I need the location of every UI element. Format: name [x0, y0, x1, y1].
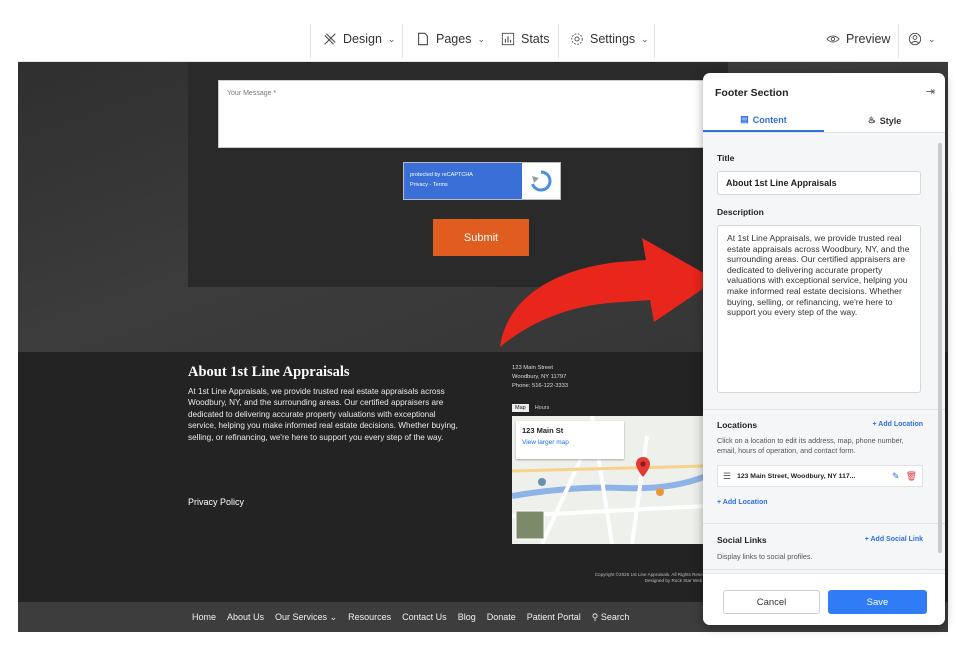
- location-item[interactable]: ☰ 123 Main Street, Woodbury, NY 117... ✎…: [717, 465, 923, 487]
- recaptcha-text: protected by reCAPTCHA: [410, 172, 473, 178]
- settings-menu-label: Settings: [590, 32, 636, 46]
- map-pin-icon: [636, 457, 650, 477]
- nav-home[interactable]: Home: [192, 612, 216, 622]
- recaptcha-badge: protected by reCAPTCHA Privacy - Terms: [404, 163, 522, 199]
- panel-actions: Cancel Save: [703, 573, 945, 625]
- panel-title: Footer Section: [715, 87, 789, 99]
- preview-button[interactable]: Preview: [826, 32, 890, 46]
- submit-button[interactable]: Submit: [433, 219, 529, 256]
- hours-tab[interactable]: Hours: [532, 404, 553, 412]
- address-line-2: Woodbury, NY 11797: [512, 374, 567, 380]
- paint-bucket-icon: ♨: [867, 115, 876, 125]
- nav-contact-us[interactable]: Contact Us: [402, 612, 447, 622]
- title-label: Title: [717, 153, 735, 163]
- search-icon: ⚲: [591, 611, 599, 622]
- map-tab[interactable]: Map: [512, 404, 529, 412]
- chevron-down-icon: ⌄: [329, 611, 338, 622]
- preview-label: Preview: [846, 32, 891, 46]
- stats-chart-icon: [501, 32, 515, 46]
- footer-description: At 1st Line Appraisals, we provide trust…: [188, 387, 458, 442]
- toolbar-divider: [654, 24, 655, 58]
- toolbar-divider: [310, 24, 311, 58]
- panel-tabs: ▤ Content ♨ Style: [703, 109, 945, 133]
- nav-our-services-label: Our Services: [275, 611, 328, 622]
- recaptcha-widget[interactable]: protected by reCAPTCHA Privacy - Terms: [403, 162, 561, 200]
- description-textarea[interactable]: At 1st Line Appraisals, we provide trust…: [717, 225, 921, 393]
- nav-patient-portal[interactable]: Patient Portal: [527, 612, 581, 622]
- nav-about-us[interactable]: About Us: [227, 612, 264, 622]
- nav-resources[interactable]: Resources: [348, 612, 391, 622]
- drag-handle-icon[interactable]: ☰: [723, 471, 731, 482]
- eye-icon: [826, 35, 840, 43]
- nav-donate[interactable]: Donate: [487, 612, 516, 622]
- nav-our-services[interactable]: Our Services ⌄: [275, 612, 337, 623]
- footer-section-panel: Footer Section ⇥ ▤ Content ♨ Style Title…: [703, 73, 945, 625]
- edit-pencil-icon[interactable]: ✎: [892, 471, 900, 482]
- design-menu-label: Design: [343, 32, 382, 46]
- toolbar-divider: [898, 24, 899, 58]
- footer-title: About 1st Line Appraisals: [188, 364, 350, 380]
- designer-credit: Designed by Rock Star Web Pros: [644, 578, 713, 583]
- recaptcha-logo-icon: [522, 163, 560, 199]
- stats-label: Stats: [521, 32, 550, 46]
- cancel-button[interactable]: Cancel: [723, 590, 820, 614]
- map-info-card: 123 Main St View larger map: [516, 421, 624, 459]
- tab-style[interactable]: ♨ Style: [824, 109, 945, 132]
- add-location-button[interactable]: + Add Location: [873, 421, 924, 428]
- toolbar-divider: [402, 24, 403, 58]
- collapse-panel-icon[interactable]: ⇥: [926, 85, 935, 98]
- tab-content[interactable]: ▤ Content: [703, 109, 824, 132]
- nav-search[interactable]: ⚲ Search: [592, 612, 630, 623]
- page-icon: [418, 32, 428, 46]
- embedded-map[interactable]: 123 Main St View larger map: [512, 416, 706, 544]
- chevron-down-icon: ⌄: [477, 33, 485, 44]
- address-line-1: 123 Main Street: [512, 365, 553, 371]
- message-placeholder: Your Message *: [227, 90, 277, 97]
- user-avatar-icon: [908, 32, 922, 46]
- message-textarea[interactable]: Your Message *: [218, 80, 718, 148]
- social-links-label: Social Links: [717, 535, 767, 545]
- section-divider: [703, 409, 945, 410]
- map-tabs: Map Hours: [512, 404, 552, 412]
- privacy-policy-link[interactable]: Privacy Policy: [188, 497, 244, 507]
- panel-scrollbar[interactable]: [938, 143, 942, 553]
- title-input[interactable]: [717, 171, 921, 195]
- section-divider: [703, 569, 945, 570]
- add-social-link-button[interactable]: + Add Social Link: [865, 536, 923, 543]
- tab-content-label: Content: [752, 114, 787, 125]
- gear-icon: [571, 33, 583, 45]
- view-larger-map-link[interactable]: View larger map: [522, 439, 618, 446]
- pages-menu[interactable]: Pages ⌄: [416, 32, 485, 46]
- toolbar-divider: [558, 24, 559, 58]
- copyright-text: Copyright ©2025 1st Line Appraisals. All…: [563, 572, 713, 584]
- description-label: Description: [717, 207, 764, 217]
- locations-label: Locations: [717, 420, 758, 430]
- tab-style-label: Style: [879, 115, 902, 126]
- section-divider: [703, 523, 945, 524]
- save-button[interactable]: Save: [828, 590, 927, 614]
- map-place-name: 123 Main St: [522, 426, 564, 435]
- content-list-icon: ▤: [740, 114, 749, 124]
- chevron-down-icon: ⌄: [387, 33, 396, 44]
- panel-content-area[interactable]: Title Description At 1st Line Appraisals…: [703, 133, 945, 573]
- trash-icon[interactable]: 🗑: [906, 471, 917, 482]
- nav-search-label: Search: [600, 611, 630, 622]
- pages-menu-label: Pages: [436, 32, 472, 46]
- add-location-link[interactable]: + Add Location: [717, 499, 768, 506]
- account-menu[interactable]: ⌄: [908, 32, 936, 46]
- design-menu[interactable]: Design ⌄: [323, 32, 395, 46]
- social-links-help-text: Display links to social profiles.: [717, 552, 813, 561]
- editor-toolbar: Design ⌄ Pages ⌄ Stats Settings ⌄ Previe…: [18, 20, 948, 62]
- design-tools-icon: [324, 33, 336, 45]
- stats-button[interactable]: Stats: [501, 32, 550, 46]
- nav-blog[interactable]: Blog: [458, 612, 476, 622]
- footer-address: 123 Main Street Woodbury, NY 11797 Phone…: [512, 364, 568, 391]
- locations-help-text: Click on a location to edit its address,…: [717, 436, 904, 455]
- chevron-down-icon: ⌄: [928, 33, 936, 44]
- phone-number: Phone: 516-122-3333: [512, 383, 569, 389]
- location-item-label: 123 Main Street, Woodbury, NY 117...: [737, 472, 856, 480]
- recaptcha-privacy-terms: Privacy - Terms: [410, 182, 448, 189]
- settings-menu[interactable]: Settings ⌄: [570, 32, 649, 46]
- chevron-down-icon: ⌄: [641, 33, 649, 44]
